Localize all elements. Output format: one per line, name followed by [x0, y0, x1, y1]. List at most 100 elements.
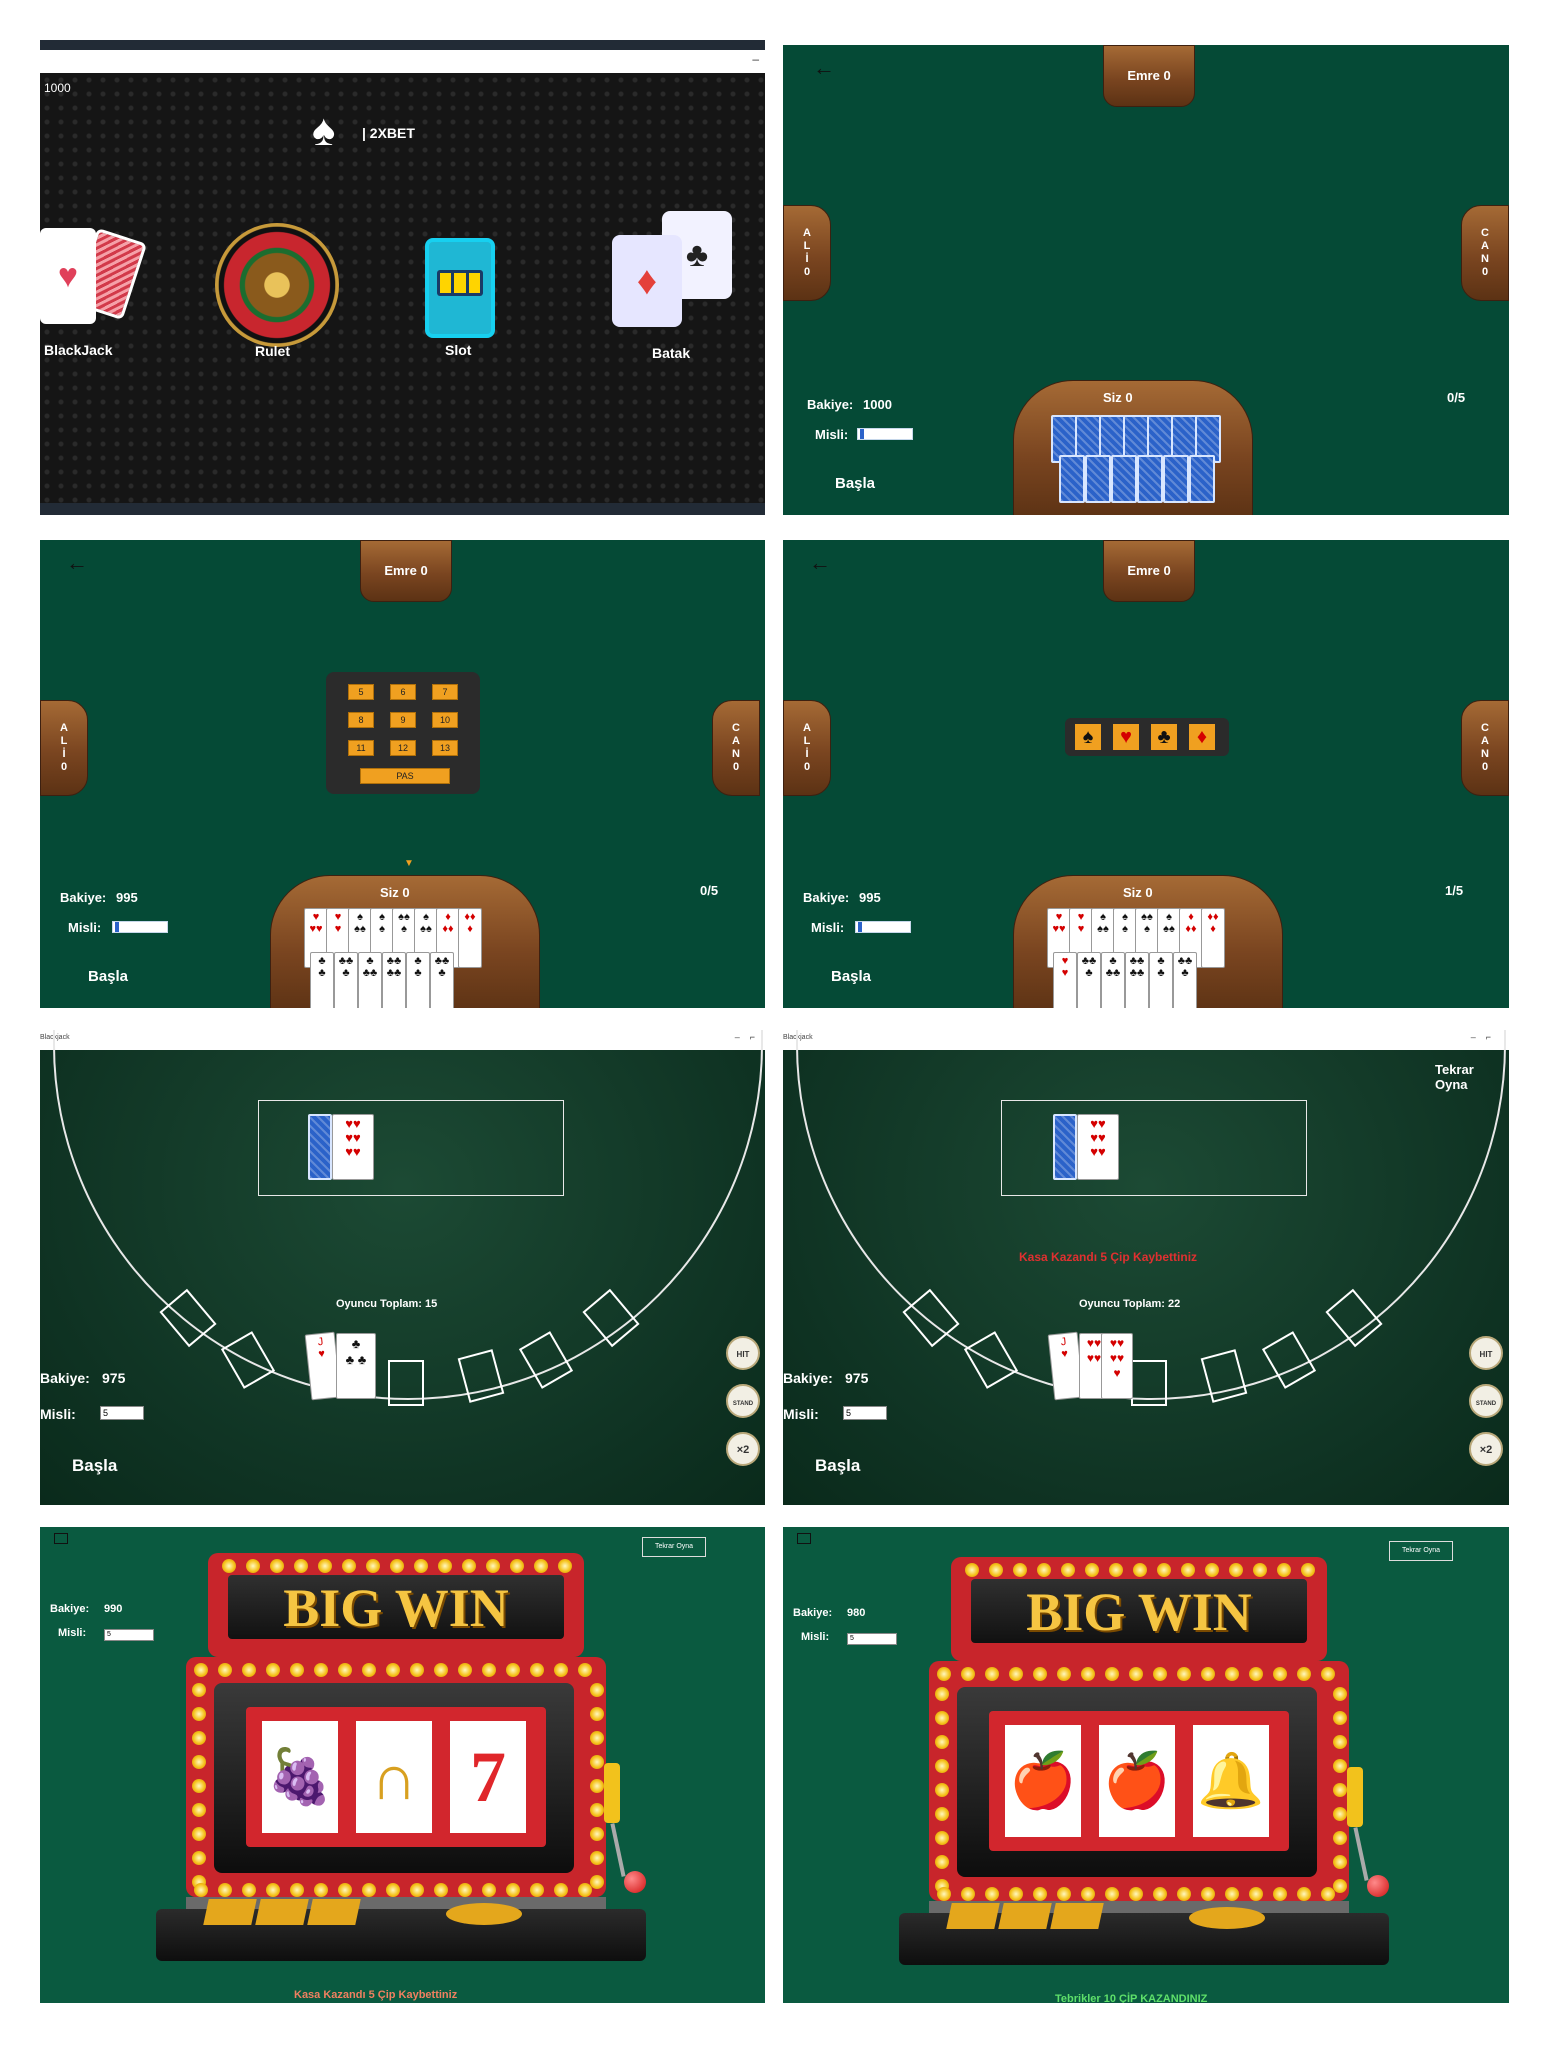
heart-trump-button[interactable]: ♥	[1113, 724, 1139, 750]
bid-button[interactable]: 9	[390, 712, 416, 728]
misli-label: Misli:	[815, 427, 849, 442]
slot-tile[interactable]: Slot	[425, 238, 525, 378]
start-button[interactable]: Başla	[72, 1456, 117, 1476]
double-button[interactable]: ×2	[1469, 1432, 1503, 1466]
card[interactable]: ♣ ♣	[310, 952, 334, 1008]
marquee-light	[1061, 1563, 1075, 1577]
bid-button[interactable]: 7	[432, 684, 458, 700]
start-button[interactable]: Başla	[835, 475, 875, 492]
gold-bar-icon	[1050, 1903, 1104, 1929]
gold-bar-icon	[203, 1899, 257, 1925]
marquee-light	[434, 1883, 448, 1897]
double-button[interactable]: ×2	[726, 1432, 760, 1466]
my-seat-label: Siz 0	[380, 885, 410, 900]
blackjack-tile[interactable]: ♥ BlackJack	[40, 227, 150, 368]
bid-button[interactable]: 12	[390, 740, 416, 756]
bet-spot	[388, 1360, 424, 1406]
spade-trump-button[interactable]: ♠	[1075, 724, 1101, 750]
player-total-text: Oyuncu Toplam: 15	[336, 1298, 438, 1310]
hit-button[interactable]: HIT	[726, 1336, 760, 1370]
marquee-light	[1105, 1667, 1119, 1681]
card[interactable]	[1111, 455, 1137, 503]
top-player-seat: Emre 0	[1103, 45, 1195, 107]
card[interactable]: ♣♣♣	[358, 952, 382, 1008]
big-win-banner: BIG WIN	[1026, 1582, 1252, 1642]
bid-button[interactable]: 6	[390, 684, 416, 700]
marquee-light	[935, 1831, 949, 1845]
misli-select[interactable]: 5	[847, 1633, 897, 1645]
table-arc	[53, 1030, 763, 1400]
marquee-light	[266, 1883, 280, 1897]
marquee-light	[410, 1883, 424, 1897]
misli-select[interactable]: 5	[100, 1406, 144, 1420]
card[interactable]: ♣ ♣	[406, 952, 430, 1008]
minimize-button[interactable]: –	[752, 52, 759, 66]
card[interactable]: ♣♣♣	[430, 952, 454, 1008]
stand-button[interactable]: STAND	[726, 1384, 760, 1418]
back-arrow-icon[interactable]: ←	[813, 57, 835, 79]
hit-button[interactable]: HIT	[1469, 1336, 1503, 1370]
window-titlebar	[40, 40, 765, 50]
replay-button[interactable]: Tekrar Oyna	[642, 1537, 706, 1557]
card[interactable]	[1059, 455, 1085, 503]
right-player-seat: CAN0	[712, 700, 760, 796]
start-button[interactable]: Başla	[815, 1456, 860, 1476]
card[interactable]: ♦♦♦	[1201, 908, 1225, 968]
marquee-light	[1253, 1563, 1267, 1577]
roulette-tile[interactable]: Rulet	[215, 223, 345, 373]
marquee-light	[414, 1559, 428, 1573]
stand-button[interactable]: STAND	[1469, 1384, 1503, 1418]
marquee-light	[1273, 1887, 1287, 1901]
marquee-light	[590, 1875, 604, 1889]
misli-slider[interactable]	[855, 921, 911, 933]
card[interactable]: ♣♣ ♣♣	[382, 952, 406, 1008]
bid-button[interactable]: 13	[432, 740, 458, 756]
marquee-light	[590, 1731, 604, 1745]
marquee-light	[554, 1883, 568, 1897]
marquee-light	[1205, 1563, 1219, 1577]
slot-machine-icon	[425, 238, 495, 338]
start-button[interactable]: Başla	[88, 968, 128, 985]
back-arrow-icon[interactable]: ←	[66, 552, 88, 574]
back-arrow-icon[interactable]: ←	[809, 552, 831, 574]
back-icon[interactable]	[54, 1533, 68, 1544]
card[interactable]: ♦♦♦	[458, 908, 482, 968]
replay-button[interactable]: Tekrar Oyna	[1435, 1062, 1509, 1092]
bid-button[interactable]: 10	[432, 712, 458, 728]
pass-button[interactable]: PAS	[360, 768, 450, 784]
misli-slider[interactable]	[112, 921, 168, 933]
bid-button[interactable]: 5	[348, 684, 374, 700]
marquee-light	[1333, 1687, 1347, 1701]
card[interactable]	[1137, 455, 1163, 503]
bid-button[interactable]: 8	[348, 712, 374, 728]
club-trump-button[interactable]: ♣	[1151, 724, 1177, 750]
double-icon: ×2	[736, 1444, 750, 1456]
marquee-light	[961, 1887, 975, 1901]
balance-value: 975	[845, 1370, 869, 1386]
reel-2: 🍎	[1099, 1725, 1175, 1837]
card[interactable]: ♣♣♣	[334, 952, 358, 1008]
card[interactable]	[1085, 455, 1111, 503]
batak-tile[interactable]: ♣ ♦ Batak	[610, 211, 740, 373]
card[interactable]: ♣♣♣	[1173, 952, 1197, 1008]
slot-machine: BIG WIN 🍎 🍎 🔔	[899, 1557, 1389, 1977]
bid-button[interactable]: 11	[348, 740, 374, 756]
back-icon[interactable]	[797, 1533, 811, 1544]
misli-label: Misli:	[58, 1627, 87, 1639]
replay-button[interactable]: Tekrar Oyna	[1389, 1541, 1453, 1561]
round-counter: 0/5	[1447, 390, 1466, 405]
card[interactable]: ♣♣♣	[1101, 952, 1125, 1008]
card[interactable]	[1189, 455, 1215, 503]
misli-select[interactable]: 5	[104, 1629, 154, 1641]
misli-slider[interactable]	[857, 428, 913, 440]
start-button[interactable]: Başla	[831, 968, 871, 985]
misli-select[interactable]: 5	[843, 1406, 887, 1420]
card[interactable]	[1163, 455, 1189, 503]
card[interactable]: ♣ ♣	[1149, 952, 1173, 1008]
batak-screen-initial: ← Emre 0 ALİ0 CAN0 Siz 0 Bakiye: 1000 Mi…	[783, 45, 1509, 515]
card[interactable]: ♣♣ ♣♣	[1125, 952, 1149, 1008]
diamond-trump-button[interactable]: ♦	[1189, 724, 1215, 750]
card[interactable]: ♣♣♣	[1077, 952, 1101, 1008]
card[interactable]: ♥ ♥	[1053, 952, 1077, 1008]
marquee-light	[1033, 1667, 1047, 1681]
